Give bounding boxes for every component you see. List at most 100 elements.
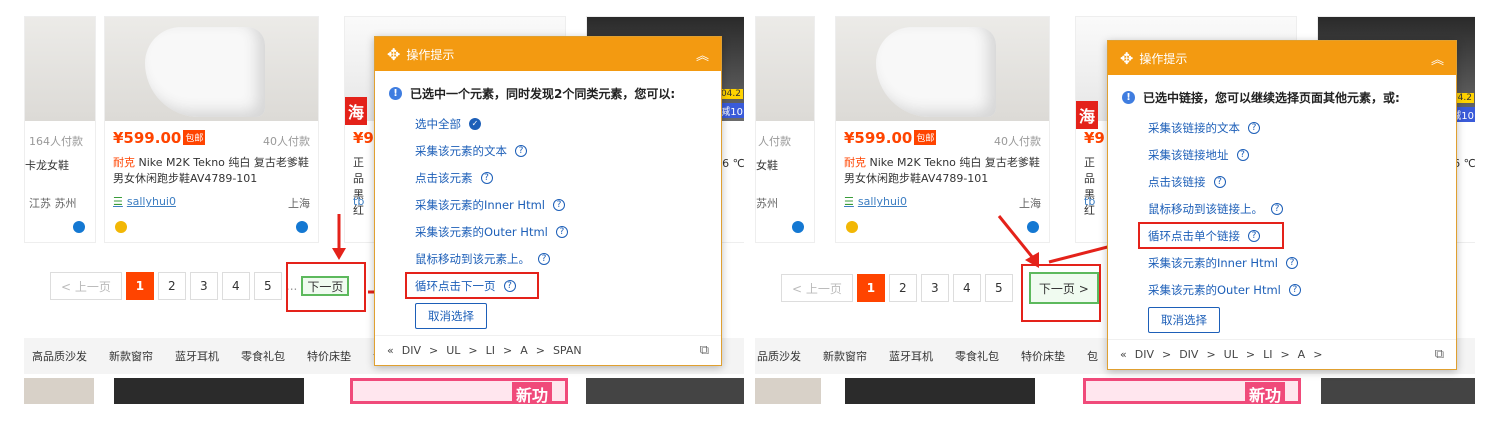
- seller-link[interactable]: ☰ sallyhui0: [844, 195, 907, 208]
- category-link[interactable]: 零食礼包: [241, 348, 285, 364]
- breadcrumb-item[interactable]: UL: [1224, 348, 1238, 361]
- breadcrumb-item[interactable]: UL: [446, 344, 460, 357]
- option-hover-link[interactable]: 鼠标移动到该链接上。?: [1148, 195, 1456, 222]
- cancel-selection-button[interactable]: 取消选择: [415, 303, 487, 329]
- move-icon[interactable]: ✥: [1120, 49, 1133, 68]
- collapse-icon[interactable]: ︽: [1431, 49, 1444, 68]
- option-loop-next-page[interactable]: 循环点击下一页?: [405, 272, 539, 299]
- page-5[interactable]: 5: [253, 272, 282, 300]
- seller-link[interactable]: tb: [353, 195, 364, 208]
- category-link[interactable]: 包: [1087, 348, 1098, 364]
- open-external-icon[interactable]: ⧉: [1435, 347, 1444, 362]
- product-location: 江苏 苏州: [29, 197, 77, 210]
- page-3[interactable]: 3: [920, 274, 949, 302]
- help-icon[interactable]: ?: [555, 225, 568, 238]
- page-4[interactable]: 4: [221, 272, 250, 300]
- check-icon: ✓: [469, 117, 481, 130]
- option-extract-link-text[interactable]: 采集该链接的文本?: [1148, 114, 1456, 141]
- option-loop-single-link[interactable]: 循环点击单个链接?: [1138, 222, 1284, 249]
- page-2[interactable]: 2: [157, 272, 186, 300]
- help-icon[interactable]: ?: [1271, 202, 1283, 215]
- product-title[interactable]: 耐克 Nike M2K Tekno 纯白 复古老爹鞋 男女休闲跑步鞋AV4789…: [113, 155, 313, 187]
- breadcrumb-item[interactable]: A: [1298, 348, 1306, 361]
- help-icon[interactable]: ?: [1248, 229, 1260, 242]
- help-icon[interactable]: ?: [1288, 283, 1301, 296]
- page-1[interactable]: 1: [125, 272, 154, 300]
- seller-link[interactable]: tb: [1084, 195, 1095, 208]
- breadcrumb-item[interactable]: LI: [486, 344, 495, 357]
- option-inner-html[interactable]: 采集该元素的Inner Html?: [415, 191, 721, 218]
- product-card[interactable]: 人付款 女鞋 苏州: [755, 16, 815, 243]
- help-icon[interactable]: ?: [1285, 256, 1298, 269]
- option-select-all[interactable]: 选中全部 ✓: [415, 110, 721, 137]
- breadcrumb-back[interactable]: «: [1120, 348, 1127, 361]
- help-icon[interactable]: ?: [552, 198, 565, 211]
- element-path-breadcrumb: « DIV > DIV > UL > LI > A > ⧉: [1108, 339, 1456, 369]
- panel-header[interactable]: ✥ 操作提示 ︽: [1108, 41, 1456, 75]
- category-link[interactable]: 品质沙发: [757, 348, 801, 364]
- product-card[interactable]: ¥599.00 包邮 40人付款 耐克 Nike M2K Tekno 纯白 复古老…: [835, 16, 1050, 243]
- prev-page-button[interactable]: < 上一页: [50, 272, 122, 300]
- option-outer-html[interactable]: 采集该元素的Outer Html?: [1148, 276, 1456, 303]
- price-value: ¥599.00: [844, 129, 913, 147]
- help-icon[interactable]: ?: [1248, 121, 1260, 134]
- help-icon[interactable]: ?: [538, 252, 550, 265]
- help-icon[interactable]: ?: [480, 171, 493, 184]
- promo-banner-text: 新功: [1245, 382, 1286, 404]
- breadcrumb-item[interactable]: DIV: [1179, 348, 1198, 361]
- breadcrumb-item[interactable]: SPAN: [553, 344, 582, 357]
- option-outer-html[interactable]: 采集该元素的Outer Html?: [415, 218, 721, 245]
- product-thumb: [24, 378, 94, 404]
- option-hover[interactable]: 鼠标移动到该元素上。?: [415, 245, 721, 272]
- page-4[interactable]: 4: [952, 274, 981, 302]
- discount-strip: 减10: [718, 103, 744, 118]
- product-card[interactable]: 164人付款 卡龙女鞋 江苏 苏州: [24, 16, 96, 243]
- operation-tips-panel: ✥ 操作提示 ︽ ! 已选中一个元素，同时发现2个同类元素，您可以: 选中全部 ✓…: [374, 36, 722, 366]
- prev-page-button[interactable]: < 上一页: [781, 274, 853, 302]
- breadcrumb-item[interactable]: A: [520, 344, 528, 357]
- product-title: 女鞋: [756, 159, 778, 172]
- selection-info: ! 已选中一个元素，同时发现2个同类元素，您可以:: [375, 71, 721, 110]
- breadcrumb-item[interactable]: DIV: [402, 344, 421, 357]
- option-extract-text[interactable]: 采集该元素的文本?: [415, 137, 721, 164]
- help-icon[interactable]: ?: [503, 279, 516, 292]
- open-external-icon[interactable]: ⧉: [700, 343, 709, 358]
- page-3[interactable]: 3: [189, 272, 218, 300]
- collapse-icon[interactable]: ︽: [696, 45, 709, 64]
- element-path-breadcrumb: « DIV > UL > LI > A > SPAN ⧉: [375, 335, 721, 365]
- category-link[interactable]: 新款窗帘: [109, 348, 153, 364]
- product-card[interactable]: ¥599.00 包邮 40人付款 耐克 Nike M2K Tekno 纯白 复古老…: [104, 16, 319, 243]
- page-2[interactable]: 2: [888, 274, 917, 302]
- help-icon[interactable]: ?: [1213, 175, 1226, 188]
- help-icon[interactable]: ?: [515, 144, 527, 157]
- category-link[interactable]: 蓝牙耳机: [889, 348, 933, 364]
- highlight-box: [1021, 264, 1101, 322]
- category-link[interactable]: 特价床垫: [307, 348, 351, 364]
- move-icon[interactable]: ✥: [387, 45, 400, 64]
- help-icon[interactable]: ?: [1236, 148, 1249, 161]
- cancel-selection-button[interactable]: 取消选择: [1148, 307, 1220, 333]
- breadcrumb-item[interactable]: DIV: [1135, 348, 1154, 361]
- category-link[interactable]: 特价床垫: [1021, 348, 1065, 364]
- option-click-element[interactable]: 点击该元素?: [415, 164, 721, 191]
- product-title: 正品 黑红: [353, 156, 364, 217]
- medal-icon: [115, 221, 127, 233]
- panel-header[interactable]: ✥ 操作提示 ︽: [375, 37, 721, 71]
- seller-link[interactable]: ☰ sallyhui0: [113, 195, 176, 208]
- promo-strip: 海: [345, 97, 368, 125]
- category-link[interactable]: 零食礼包: [955, 348, 999, 364]
- page-5[interactable]: 5: [984, 274, 1013, 302]
- option-label: 采集该元素的Inner Html: [415, 197, 545, 212]
- category-link[interactable]: 蓝牙耳机: [175, 348, 219, 364]
- tmall-icon: [296, 221, 308, 233]
- product-title[interactable]: 耐克 Nike M2K Tekno 纯白 复古老爹鞋 男女休闲跑步鞋AV4789…: [844, 155, 1044, 187]
- breadcrumb-item[interactable]: LI: [1263, 348, 1272, 361]
- option-inner-html[interactable]: 采集该元素的Inner Html?: [1148, 249, 1456, 276]
- option-click-link[interactable]: 点击该链接?: [1148, 168, 1456, 195]
- category-link[interactable]: 新款窗帘: [823, 348, 867, 364]
- option-label: 采集该链接的文本: [1148, 120, 1240, 135]
- breadcrumb-back[interactable]: «: [387, 344, 394, 357]
- category-link[interactable]: 高品质沙发: [32, 348, 87, 364]
- option-extract-link-url[interactable]: 采集该链接地址?: [1148, 141, 1456, 168]
- page-1[interactable]: 1: [856, 274, 885, 302]
